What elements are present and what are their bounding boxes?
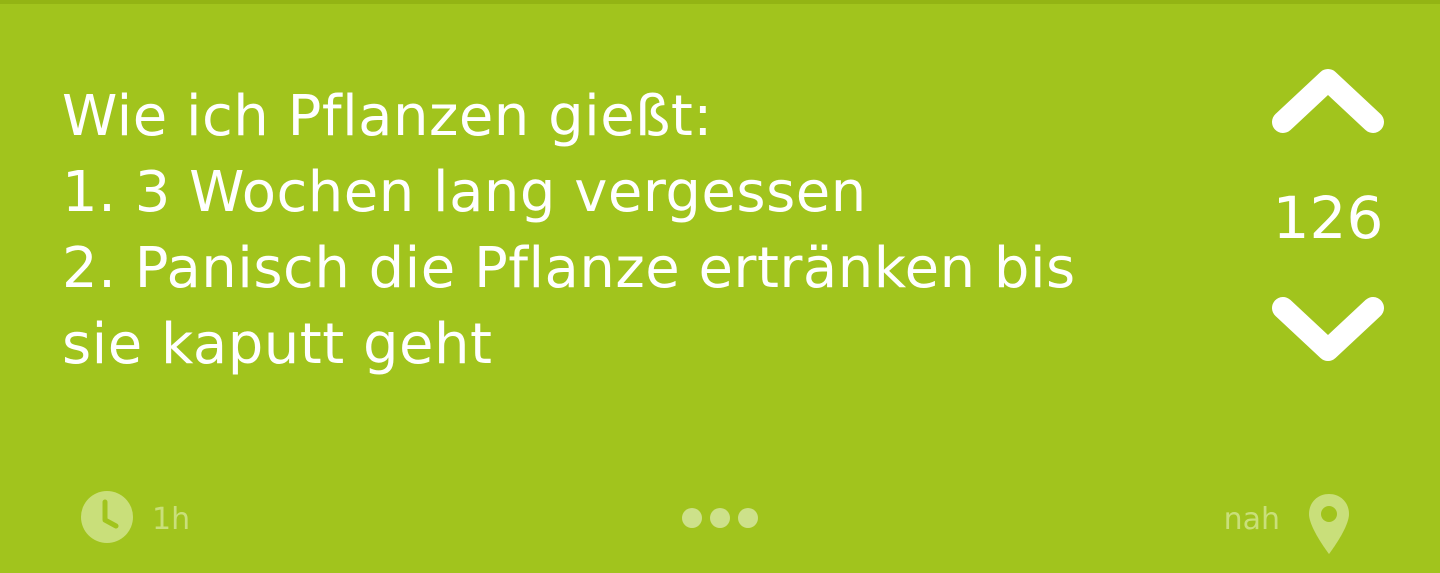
location-label: nah (1223, 502, 1280, 537)
downvote-button[interactable] (1258, 286, 1398, 376)
more-dots-icon (738, 508, 758, 528)
vote-count: 126 (1272, 184, 1384, 252)
post-text: Wie ich Pflanzen gießt: 1. 3 Wochen lang… (62, 79, 1222, 383)
clock-icon (81, 491, 133, 543)
chevron-down-icon (1272, 297, 1384, 361)
more-dots-icon (682, 508, 702, 528)
post-text-line: sie kaputt geht (62, 312, 493, 377)
post-card: Wie ich Pflanzen gießt: 1. 3 Wochen lang… (0, 0, 1440, 573)
top-divider (0, 0, 1440, 4)
post-footer: 1h nah (0, 480, 1440, 560)
post-text-line: 1. 3 Wochen lang vergessen (62, 160, 867, 225)
upvote-button[interactable] (1258, 60, 1398, 150)
vote-control: 126 (1258, 60, 1398, 380)
post-text-line: Wie ich Pflanzen gießt: (62, 84, 713, 149)
more-options-button[interactable] (680, 502, 760, 532)
chevron-up-icon (1272, 69, 1384, 133)
map-pin-icon (1309, 494, 1349, 554)
post-text-line: 2. Panisch die Pflanze ertränken bis (62, 236, 1076, 301)
post-age: 1h (152, 502, 191, 537)
more-dots-icon (710, 508, 730, 528)
